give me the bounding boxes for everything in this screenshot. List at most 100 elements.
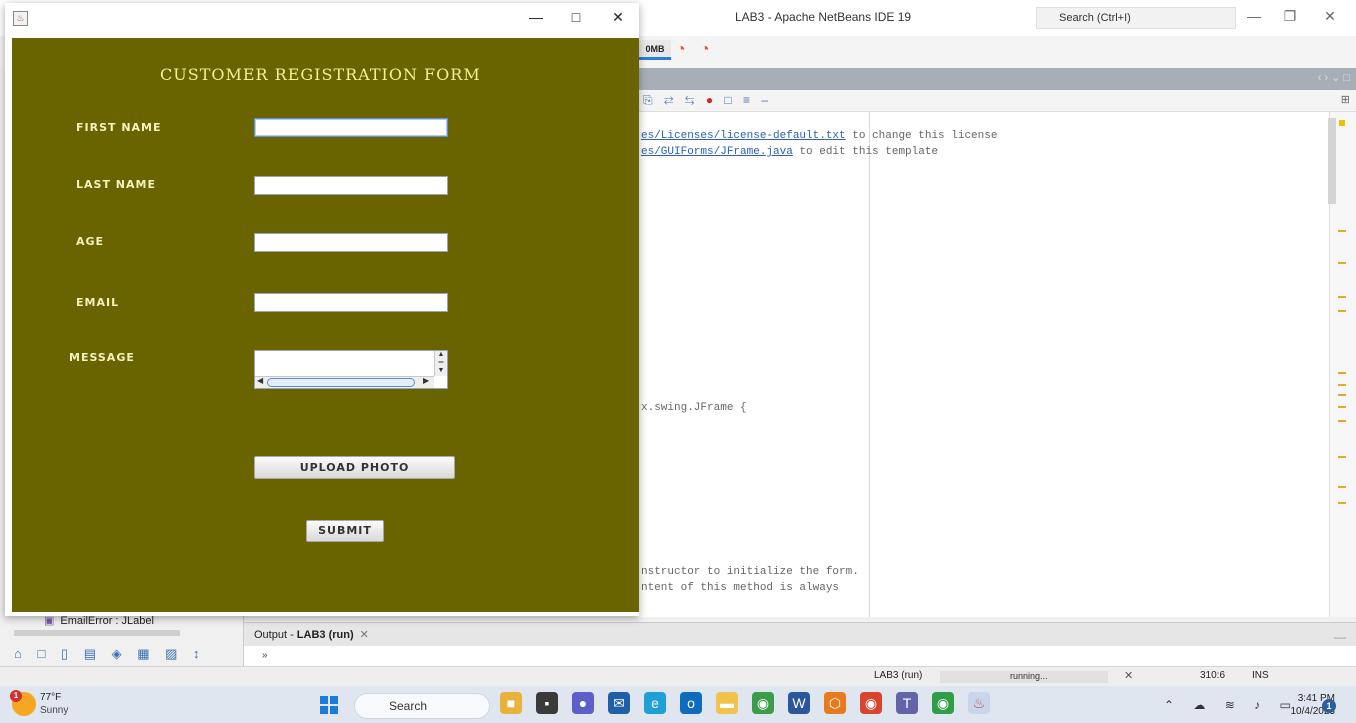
weather-description[interactable]: Sunny — [40, 705, 68, 716]
memory-indicator[interactable]: 0MB — [639, 40, 671, 60]
status-run-label[interactable]: LAB3 (run) — [874, 670, 922, 681]
app-icon[interactable]: ⬡ — [824, 692, 846, 714]
warning-marker[interactable] — [1338, 406, 1346, 408]
age-field[interactable] — [254, 233, 448, 252]
profile-icon[interactable]: ◔ — [676, 41, 686, 59]
template-link[interactable]: es/Licenses/license-default.txt — [641, 130, 846, 142]
status-bar — [0, 666, 1356, 686]
ide-restore-icon[interactable]: ❐ — [1280, 8, 1300, 25]
output-area[interactable] — [244, 646, 1356, 666]
java-cup-icon: ♨ — [13, 11, 28, 26]
editor-scrollbar-thumb[interactable] — [1328, 118, 1336, 204]
first-name-field[interactable] — [254, 118, 448, 137]
palette-toolbar-icons[interactable]: ⌂ □ ▯ ▤ ◈ ▦ ▨ ↕ — [14, 646, 206, 662]
taskbar-search[interactable]: Search — [354, 693, 490, 719]
java-app-icon[interactable]: ♨ — [968, 692, 990, 714]
window-title-bar[interactable]: ♨ — □ ✕ — [5, 3, 639, 34]
chat-icon[interactable]: ● — [572, 692, 594, 714]
split-editor-icon[interactable]: ⊞ — [1341, 93, 1350, 106]
minimize-icon[interactable]: — — [1334, 630, 1346, 644]
warning-marker[interactable] — [1339, 120, 1345, 126]
warning-marker[interactable] — [1338, 296, 1346, 298]
chrome-icon[interactable]: ◉ — [752, 692, 774, 714]
warning-marker[interactable] — [1338, 486, 1346, 488]
first-name-label: FIRST NAME — [76, 121, 162, 134]
submit-button[interactable]: SUBMIT — [306, 520, 384, 542]
output-more-icon[interactable]: » — [262, 650, 268, 661]
taskbar-apps: ■ ▪ ● ✉ e o ▬ ◉ W ⬡ ◉ T ◉ ♨ — [500, 692, 990, 714]
email-label: EMAIL — [76, 296, 120, 309]
jlabel-icon: ▣ — [44, 615, 55, 627]
output-tab-prefix: Output - — [254, 629, 297, 641]
cancel-progress-icon[interactable]: ✕ — [1124, 669, 1133, 682]
code-text: to change this license — [845, 130, 998, 142]
code-text: to edit this template — [792, 146, 939, 158]
teams-icon[interactable]: T — [896, 692, 918, 714]
record-macro-icon[interactable]: ● — [706, 93, 717, 107]
warning-marker[interactable] — [1338, 372, 1346, 374]
message-vertical-scrollbar[interactable]: ▲ ═ ▼ — [434, 351, 447, 376]
windows-start-icon[interactable] — [320, 696, 338, 714]
ide-minimize-icon[interactable]: — — [1244, 8, 1264, 24]
close-icon[interactable]: ✕ — [360, 629, 369, 641]
word-icon[interactable]: W — [788, 692, 810, 714]
tab-controls-icon[interactable]: ‹ › ⌄ □ — [1318, 71, 1350, 84]
warning-marker[interactable] — [1338, 310, 1346, 312]
task-view-icon[interactable]: ▪ — [536, 692, 558, 714]
scroll-right-icon[interactable]: ▶ — [423, 376, 429, 385]
warning-marker[interactable] — [1338, 384, 1346, 386]
chrome-alt-icon[interactable]: ◉ — [932, 692, 954, 714]
form-panel: CUSTOMER REGISTRATION FORM FIRST NAME LA… — [12, 38, 639, 612]
mail-icon[interactable]: ✉ — [608, 692, 630, 714]
code-editor[interactable]: es/Licenses/license-default.txt to chang… — [639, 112, 1329, 617]
ide-search-box[interactable]: Search (Ctrl+I) — [1036, 7, 1236, 29]
file-explorer-icon[interactable]: ■ — [500, 692, 522, 714]
close-icon[interactable]: ✕ — [607, 9, 629, 26]
caret-position: 310:6 — [1200, 670, 1226, 681]
outlook-icon[interactable]: o — [680, 692, 702, 714]
profile-project-icon[interactable]: ◔ — [700, 41, 710, 59]
email-field[interactable] — [254, 293, 448, 312]
template-link[interactable]: es/GUIForms/JFrame.java — [641, 146, 793, 158]
message-label: MESSAGE — [69, 351, 135, 364]
warning-marker[interactable] — [1338, 420, 1346, 422]
editor-right-margin — [869, 112, 870, 617]
code-line: ntent of this method is always — [641, 582, 840, 594]
output-tab[interactable]: Output - LAB3 (run) ✕ — [254, 628, 369, 641]
upload-photo-button[interactable]: UPLOAD PHOTO — [254, 456, 455, 479]
code-line: nstructor to initialize the form. — [641, 566, 859, 578]
folder-icon[interactable]: ▬ — [716, 692, 738, 714]
scroll-left-icon[interactable]: ◀ — [257, 376, 263, 385]
weather-temperature[interactable]: 77°F — [40, 692, 61, 703]
maximize-icon[interactable]: □ — [565, 9, 587, 25]
chrome-profile-icon[interactable]: ◉ — [860, 692, 882, 714]
code-line: es/GUIForms/JFrame.java to edit this tem… — [641, 146, 938, 158]
notification-badge[interactable]: 1 — [1322, 699, 1336, 713]
warning-marker[interactable] — [1338, 230, 1346, 232]
warning-marker[interactable] — [1338, 262, 1346, 264]
minimize-icon[interactable]: — — [525, 9, 547, 25]
status-progress: running... — [940, 671, 1108, 683]
navigator-node-label: EmailError : JLabel — [60, 615, 154, 627]
last-name-field[interactable] — [254, 176, 448, 195]
message-horizontal-scrollbar[interactable]: ◀ ▶ — [255, 376, 434, 388]
editor-tab-strip: ‹ › ⌄ □ — [639, 68, 1356, 90]
form-title: CUSTOMER REGISTRATION FORM — [160, 65, 481, 84]
code-line: x.swing.JFrame { — [641, 402, 747, 414]
ide-window-title: LAB3 - Apache NetBeans IDE 19 — [735, 10, 912, 24]
registration-window: ♨ — □ ✕ CUSTOMER REGISTRATION FORM FIRST… — [5, 3, 639, 616]
age-label: AGE — [76, 235, 105, 248]
ide-close-icon[interactable]: ✕ — [1320, 8, 1340, 25]
warning-marker[interactable] — [1338, 456, 1346, 458]
editor-toolbar: ⎘ ⇄ ⇆ ● □ ≡ – ⊞ — [639, 90, 1356, 112]
edge-icon[interactable]: e — [644, 692, 666, 714]
panel-splitter[interactable] — [14, 630, 180, 636]
weather-badge: 1 — [10, 690, 22, 702]
message-textarea[interactable]: ▲ ═ ▼ ◀ ▶ — [254, 350, 448, 389]
last-name-label: LAST NAME — [76, 178, 156, 191]
editor-tools-icons[interactable]: ⎘ ⇄ ⇆ ● □ ≡ – — [643, 93, 772, 108]
scrollbar-thumb[interactable] — [267, 378, 415, 387]
code-line: es/Licenses/license-default.txt to chang… — [641, 130, 997, 142]
warning-marker[interactable] — [1338, 502, 1346, 504]
warning-marker[interactable] — [1338, 394, 1346, 396]
